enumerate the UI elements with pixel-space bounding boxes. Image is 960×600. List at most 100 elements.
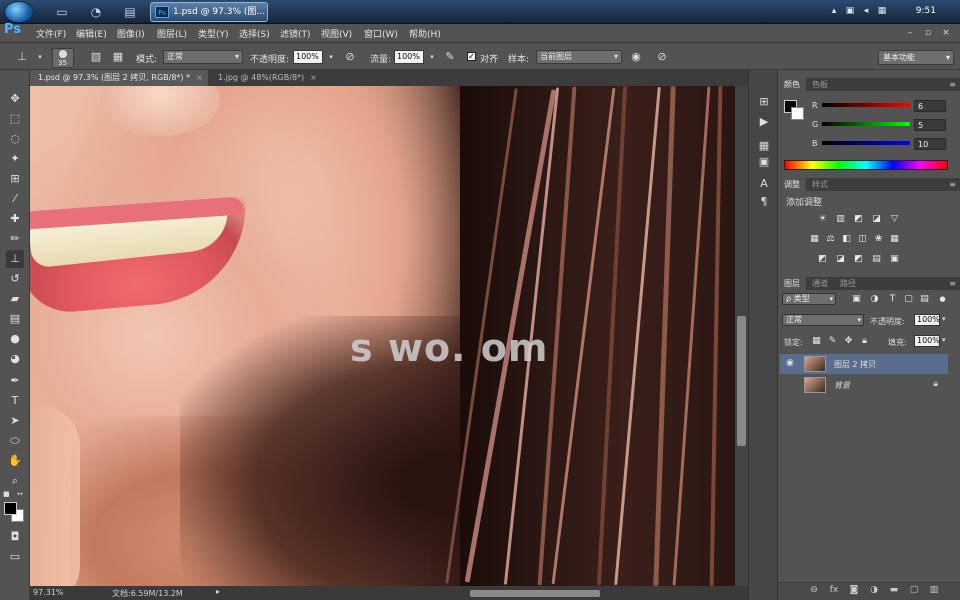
fx-icon[interactable]: fx [828, 584, 840, 596]
brush-size-picker[interactable]: 35 [52, 48, 74, 68]
hand-tool-icon[interactable]: ✋ [6, 452, 24, 470]
threshold-icon[interactable]: ◩ [852, 254, 865, 265]
explorer-icon[interactable]: ▤ [116, 2, 144, 22]
tab-swatches[interactable]: 色板 [806, 78, 834, 91]
brightness-contrast-icon[interactable]: ☀ [816, 214, 829, 225]
menu-filter[interactable]: 滤镜(T) [280, 27, 311, 40]
fill-dropdown-icon[interactable]: ▾ [942, 336, 946, 344]
selective-color-icon[interactable]: ▣ [888, 254, 901, 265]
fill-input[interactable]: 100% [914, 335, 940, 347]
document-canvas[interactable]: s wo. om [30, 86, 735, 586]
blend-mode-select[interactable]: 正常 [782, 314, 864, 326]
browser-icon[interactable]: ◔ [82, 2, 110, 22]
status-menu-icon[interactable]: ▸ [216, 587, 220, 596]
filter-smart-object-icon[interactable]: ▤ [918, 294, 931, 305]
panel-menu-icon[interactable]: ≡ [949, 277, 956, 290]
paragraph-panel-icon[interactable]: ¶ [756, 194, 772, 210]
quick-mask-icon[interactable]: ◘ [6, 528, 24, 546]
filter-pixel-icon[interactable]: ▣ [850, 294, 863, 305]
pressure-size-icon[interactable]: ⊘ [654, 49, 670, 65]
eyedropper-tool-icon[interactable]: ⁄ [6, 190, 24, 208]
show-desktop-icon[interactable]: ▭ [48, 2, 76, 22]
panel-menu-icon[interactable]: ≡ [949, 178, 956, 191]
tab-1-psd[interactable]: 1.psd @ 97.3% (图层 2 拷贝, RGB/8*) * × [30, 70, 208, 86]
new-group-icon[interactable]: ▬ [888, 584, 900, 596]
panel-menu-icon[interactable]: ≡ [949, 78, 956, 91]
tab-paths[interactable]: 路径 [834, 277, 862, 290]
opacity-input[interactable]: 100% [293, 50, 323, 64]
blur-tool-icon[interactable]: ● [6, 330, 24, 348]
type-tool-icon[interactable]: T [6, 392, 24, 410]
g-value[interactable]: 5 [914, 119, 946, 131]
history-panel-icon[interactable]: ⊞ [756, 94, 772, 110]
aligned-checkbox[interactable]: ✓ [467, 52, 476, 61]
color-balance-icon[interactable]: ⚖ [824, 234, 837, 245]
layer-filter-select[interactable]: ρ 类型 [782, 293, 836, 305]
delete-layer-icon[interactable]: ▥ [928, 584, 940, 596]
clone-source-panel-icon[interactable]: ▦ [110, 49, 126, 65]
g-slider[interactable] [822, 122, 910, 126]
flow-dropdown-icon[interactable]: ▾ [424, 49, 440, 65]
tab-channels[interactable]: 通道 [806, 277, 834, 290]
b-value[interactable]: 10 [914, 138, 946, 150]
tab-layers[interactable]: 图层 [778, 277, 806, 290]
r-value[interactable]: 6 [914, 100, 946, 112]
menu-select[interactable]: 选择(S) [239, 27, 270, 40]
menu-file[interactable]: 文件(F) [36, 27, 66, 40]
zoom-tool-icon[interactable]: ⌕ [6, 472, 24, 490]
crop-tool-icon[interactable]: ⊞ [6, 170, 24, 188]
ignore-adjustment-layers-icon[interactable]: ◉ [628, 49, 644, 65]
r-slider[interactable] [822, 103, 910, 107]
filter-adjustment-icon[interactable]: ◑ [868, 294, 881, 305]
tab-styles[interactable]: 样式 [806, 178, 834, 191]
filter-shape-icon[interactable]: ▢ [902, 294, 915, 305]
mode-select[interactable]: 正常 [163, 50, 243, 64]
horizontal-scrollbar-thumb[interactable] [470, 590, 600, 597]
layer-opacity-input[interactable]: 100% [914, 314, 940, 326]
tab-color[interactable]: 颜色 [778, 78, 806, 91]
close-tab-icon[interactable]: × [196, 73, 203, 82]
link-layers-icon[interactable]: ⊖ [808, 584, 820, 596]
network-icon[interactable]: ▦ [876, 5, 888, 17]
app-tray-icon[interactable]: ▣ [844, 5, 856, 17]
airbrush-icon[interactable]: ✎ [442, 49, 458, 65]
path-selection-tool-icon[interactable]: ➤ [6, 412, 24, 430]
foreground-color-swatch[interactable] [4, 502, 17, 515]
lock-position-icon[interactable]: ✥ [842, 336, 855, 347]
menu-help[interactable]: 帮助(H) [409, 27, 441, 40]
pressure-opacity-icon[interactable]: ⊘ [342, 49, 358, 65]
dodge-tool-icon[interactable]: ◕ [6, 350, 24, 368]
exposure-icon[interactable]: ◪ [870, 214, 883, 225]
clone-stamp-tool-icon[interactable]: ⊥ [6, 250, 24, 268]
menu-view[interactable]: 视图(V) [321, 27, 352, 40]
speaker-icon[interactable]: ◂ [860, 5, 872, 17]
curves-icon[interactable]: ◩ [852, 214, 865, 225]
add-mask-icon[interactable]: ◙ [848, 584, 860, 596]
photo-filter-icon[interactable]: ◫ [856, 234, 869, 245]
close-tab-icon[interactable]: × [310, 73, 317, 82]
pen-tool-icon[interactable]: ✒ [6, 372, 24, 390]
opacity-dropdown-icon[interactable]: ▾ [323, 49, 339, 65]
layer-opacity-dropdown-icon[interactable]: ▾ [942, 315, 946, 323]
clock[interactable]: 9:51 [916, 6, 936, 16]
levels-icon[interactable]: ▥ [834, 214, 847, 225]
default-colors-icon[interactable]: ■ [3, 490, 10, 498]
quick-selection-tool-icon[interactable]: ✦ [6, 150, 24, 168]
lock-all-icon[interactable]: 🔒︎ [858, 336, 871, 347]
photoshop-taskbar-button[interactable]: Ps 1.psd @ 97.3% (图... [150, 2, 268, 22]
swap-colors-icon[interactable]: ↔ [17, 490, 23, 498]
restore-icon[interactable]: ▫ [922, 27, 934, 39]
minimize-icon[interactable]: – [904, 27, 916, 39]
zoom-level[interactable]: 97.31% [33, 588, 64, 597]
vibrance-icon[interactable]: ▽ [888, 214, 901, 225]
brush-presets-icon[interactable]: ▦ [756, 138, 772, 154]
shape-tool-icon[interactable]: ⬭ [6, 432, 24, 450]
history-brush-tool-icon[interactable]: ↺ [6, 270, 24, 288]
clone-source-icon[interactable]: ▣ [756, 154, 772, 170]
gradient-tool-icon[interactable]: ▤ [6, 310, 24, 328]
gradient-map-icon[interactable]: ▤ [870, 254, 883, 265]
arrow-up-icon[interactable]: ▴ [828, 5, 840, 17]
b-slider[interactable] [822, 141, 910, 145]
layer-row[interactable]: ◉ 图层 2 拷贝 [780, 354, 948, 374]
healing-brush-tool-icon[interactable]: ✚ [6, 210, 24, 228]
